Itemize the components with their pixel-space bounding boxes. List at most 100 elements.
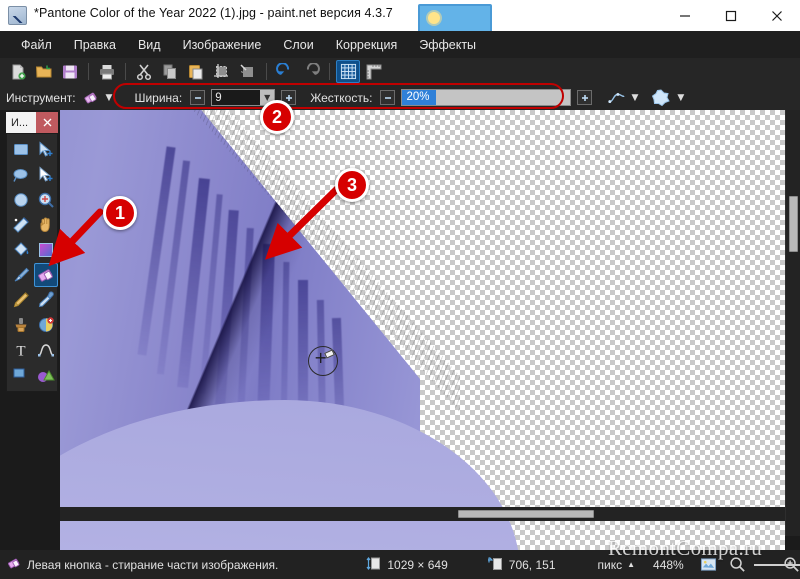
paint-net-window: *Pantone Color of the Year 2022 (1).jpg … <box>0 0 800 579</box>
tool-dropdown-caret[interactable]: ▼ <box>106 93 113 103</box>
horizontal-scrollbar-thumb[interactable] <box>458 510 594 518</box>
svg-text:T: T <box>16 344 25 360</box>
magic-wand-tool[interactable] <box>9 213 33 237</box>
pencil-tool[interactable] <box>9 288 33 312</box>
image-canvas[interactable] <box>60 110 785 550</box>
save-icon[interactable] <box>58 60 82 83</box>
antialiasing-icon[interactable] <box>608 90 626 106</box>
grid-icon[interactable] <box>336 60 360 83</box>
redo-icon[interactable] <box>299 60 323 83</box>
menu-view[interactable]: Вид <box>127 34 172 56</box>
hardness-increment-button[interactable] <box>577 90 593 105</box>
open-image-icon[interactable] <box>32 60 56 83</box>
title-bar: *Pantone Color of the Year 2022 (1).jpg … <box>0 0 800 78</box>
cut-icon[interactable] <box>132 60 156 83</box>
vertical-scrollbar[interactable] <box>785 110 800 536</box>
tools-grid: T <box>6 133 58 392</box>
tools-panel: И... T <box>6 112 58 392</box>
main-toolbar <box>0 58 800 85</box>
eraser-cursor-icon <box>324 349 335 359</box>
lasso-select-tool[interactable] <box>9 163 33 187</box>
blend-mode-dropdown-caret[interactable]: ▼ <box>677 93 684 103</box>
menu-edit[interactable]: Правка <box>63 34 127 56</box>
divider <box>88 63 89 80</box>
move-selected-tool[interactable] <box>34 138 58 162</box>
tool-label: Инструмент: <box>6 90 76 105</box>
flower-image <box>60 110 520 550</box>
text-tool[interactable]: T <box>9 338 33 362</box>
eraser-tool[interactable] <box>34 263 58 287</box>
image-size-indicator: 1029 × 649 <box>366 556 448 574</box>
minimize-button[interactable] <box>662 0 708 31</box>
menu-image[interactable]: Изображение <box>172 34 273 56</box>
color-picker-tool[interactable] <box>34 288 58 312</box>
horizontal-scrollbar[interactable] <box>60 507 785 521</box>
app-icon <box>8 6 27 25</box>
divider <box>329 63 330 80</box>
status-hint-text: Левая кнопка - стирание части изображени… <box>27 557 279 572</box>
window-controls <box>662 0 800 31</box>
close-button[interactable] <box>754 0 800 31</box>
move-selection-tool[interactable] <box>34 163 58 187</box>
tools-panel-titlebar[interactable]: И... <box>6 112 58 133</box>
tools-panel-title: И... <box>11 116 29 129</box>
window-title: *Pantone Color of the Year 2022 (1).jpg … <box>34 6 393 20</box>
zoom-tool[interactable] <box>34 188 58 212</box>
copy-icon[interactable] <box>158 60 182 83</box>
image-size-icon <box>366 556 382 574</box>
paintbrush-tool[interactable] <box>9 263 33 287</box>
tools-panel-close-button[interactable] <box>36 112 58 133</box>
tool-options-bar: Инструмент: ▼ Ширина: 9 ▼ Жесткость: 20% <box>0 85 800 110</box>
width-label: Ширина: <box>134 90 183 105</box>
annotation-marker-3: 3 <box>335 168 369 202</box>
maximize-button[interactable] <box>708 0 754 31</box>
menu-file[interactable]: Файл <box>10 34 63 56</box>
hardness-decrement-button[interactable] <box>380 90 396 105</box>
divider <box>266 63 267 80</box>
unit-caret-icon[interactable]: ▲ <box>627 560 635 569</box>
undo-icon[interactable] <box>273 60 297 83</box>
ellipse-select-tool[interactable] <box>9 188 33 212</box>
rectangle-shape-tool[interactable] <box>9 363 33 387</box>
annotation-marker-2: 2 <box>260 100 294 134</box>
zoom-slider-track <box>753 563 800 566</box>
eraser-icon <box>7 557 22 573</box>
crop-to-selection-icon[interactable] <box>210 60 234 83</box>
menu-adjustments[interactable]: Коррекция <box>325 34 408 56</box>
sun-icon <box>428 12 440 24</box>
line-curve-tool[interactable] <box>34 338 58 362</box>
pan-tool[interactable] <box>34 213 58 237</box>
paste-icon[interactable] <box>184 60 208 83</box>
brush-cursor <box>308 346 338 376</box>
cursor-position-icon <box>486 556 504 574</box>
hardness-value: 20% <box>406 91 430 103</box>
menu-effects[interactable]: Эффекты <box>408 34 487 56</box>
canvas-area <box>0 110 800 550</box>
hardness-slider[interactable]: 20% <box>401 89 572 106</box>
clone-stamp-tool[interactable] <box>9 313 33 337</box>
cursor-position-value: 706, 151 <box>508 557 556 572</box>
deselect-all-icon[interactable] <box>236 60 260 83</box>
rulers-icon[interactable] <box>362 60 386 83</box>
menu-bar: Файл Правка Вид Изображение Слои Коррекц… <box>0 31 800 58</box>
shapes-tool[interactable] <box>34 363 58 387</box>
new-image-icon[interactable] <box>6 60 30 83</box>
blend-mode-icon[interactable] <box>650 88 672 106</box>
print-icon[interactable] <box>95 60 119 83</box>
rectangle-select-tool[interactable] <box>9 138 33 162</box>
cursor-position-indicator: 706, 151 <box>486 556 556 574</box>
menu-layers[interactable]: Слои <box>272 34 324 56</box>
gradient-tool[interactable] <box>34 238 58 262</box>
annotation-marker-1: 1 <box>103 196 137 230</box>
watermark: RemontCompa.ru <box>608 536 763 560</box>
recolor-tool[interactable] <box>34 313 58 337</box>
width-value: 9 <box>215 91 222 104</box>
status-hint: Левая кнопка - стирание части изображени… <box>7 557 278 573</box>
divider <box>125 63 126 80</box>
paint-bucket-tool[interactable] <box>9 238 33 262</box>
antialiasing-dropdown-caret[interactable]: ▼ <box>631 93 638 103</box>
eraser-icon[interactable] <box>82 90 100 106</box>
hardness-label: Жесткость: <box>310 90 373 105</box>
width-decrement-button[interactable] <box>190 90 206 105</box>
vertical-scrollbar-thumb[interactable] <box>789 196 798 252</box>
